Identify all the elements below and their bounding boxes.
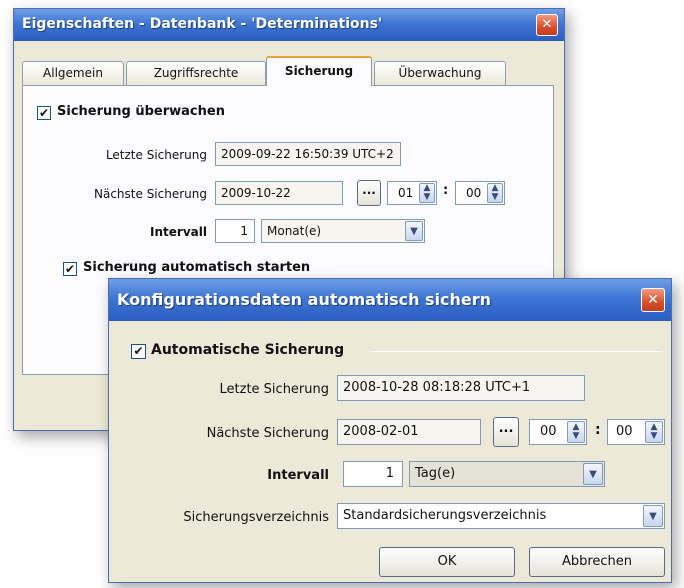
hour-spinner-icon[interactable]: ▲ ▼ — [419, 183, 435, 203]
tab-zugriffsrechte[interactable]: Zugriffsrechte — [126, 61, 266, 85]
interval-unit-select[interactable]: Tag(e) — [409, 461, 605, 487]
group-divider — [333, 269, 547, 270]
hour-spinner-icon[interactable]: ▲ ▼ — [567, 421, 585, 443]
directory-dropdown-icon[interactable]: ▼ — [643, 505, 663, 527]
auto-backup-title: Konfigurationsdaten automatisch sichern — [117, 290, 492, 309]
directory-label: Sicherungsverzeichnis — [183, 510, 329, 525]
interval-label: Intervall — [150, 225, 207, 239]
next-backup-date-field[interactable]: 2009-10-22 — [215, 181, 343, 205]
interval-label: Intervall — [267, 468, 329, 483]
auto-start-checkbox[interactable]: ✔ — [63, 262, 77, 276]
minute-spinner-icon[interactable]: ▲ ▼ — [645, 421, 663, 443]
properties-title: Eigenschaften - Datenbank - 'Determinati… — [22, 16, 383, 32]
last-backup-label: Letzte Sicherung — [219, 382, 329, 397]
date-picker-button[interactable]: ... — [493, 417, 519, 447]
next-backup-label: Nächste Sicherung — [94, 187, 207, 201]
time-separator: : — [595, 422, 601, 438]
close-icon[interactable]: ✕ — [641, 288, 665, 312]
properties-titlebar[interactable]: Eigenschaften - Datenbank - 'Determinati… — [14, 9, 564, 41]
interval-value-field[interactable]: 1 — [215, 219, 255, 243]
monitor-checkbox-label: Sicherung überwachen — [57, 104, 225, 119]
group-divider — [371, 351, 661, 352]
interval-dropdown-icon[interactable]: ▼ — [405, 221, 423, 241]
next-backup-date-field[interactable]: 2008-02-01 — [337, 419, 481, 445]
next-backup-label: Nächste Sicherung — [206, 426, 329, 441]
last-backup-label: Letzte Sicherung — [105, 148, 207, 162]
last-backup-field: 2008-10-28 08:18:28 UTC+1 — [337, 375, 585, 401]
auto-backup-titlebar[interactable]: Konfigurationsdaten automatisch sichern … — [109, 279, 671, 321]
interval-value-field[interactable]: 1 — [343, 461, 403, 487]
monitor-checkbox[interactable]: ✔ — [37, 106, 51, 120]
interval-dropdown-icon[interactable]: ▼ — [583, 463, 603, 485]
interval-unit-select[interactable]: Monat(e) — [261, 219, 425, 243]
time-separator: : — [443, 183, 449, 198]
date-picker-button[interactable]: ... — [357, 180, 381, 206]
minute-spinner-icon[interactable]: ▲ ▼ — [487, 183, 503, 203]
directory-select[interactable]: Standardsicherungsverzeichnis — [337, 503, 665, 529]
ok-button[interactable]: OK — [379, 547, 515, 577]
group-divider — [247, 113, 547, 114]
close-icon[interactable]: ✕ — [536, 14, 558, 36]
auto-start-checkbox-label: Sicherung automatisch starten — [83, 260, 311, 275]
tab-ueberwachung[interactable]: Überwachung — [374, 61, 506, 85]
auto-backup-checkbox[interactable]: ✔ — [131, 344, 146, 359]
auto-backup-checkbox-label: Automatische Sicherung — [151, 342, 345, 358]
tab-sicherung[interactable]: Sicherung — [266, 56, 372, 86]
last-backup-field: 2009-09-22 16:50:39 UTC+2 — [215, 142, 401, 166]
tab-allgemein[interactable]: Allgemein — [22, 61, 124, 85]
auto-backup-dialog: Konfigurationsdaten automatisch sichern … — [108, 278, 672, 583]
cancel-button[interactable]: Abbrechen — [529, 547, 665, 577]
